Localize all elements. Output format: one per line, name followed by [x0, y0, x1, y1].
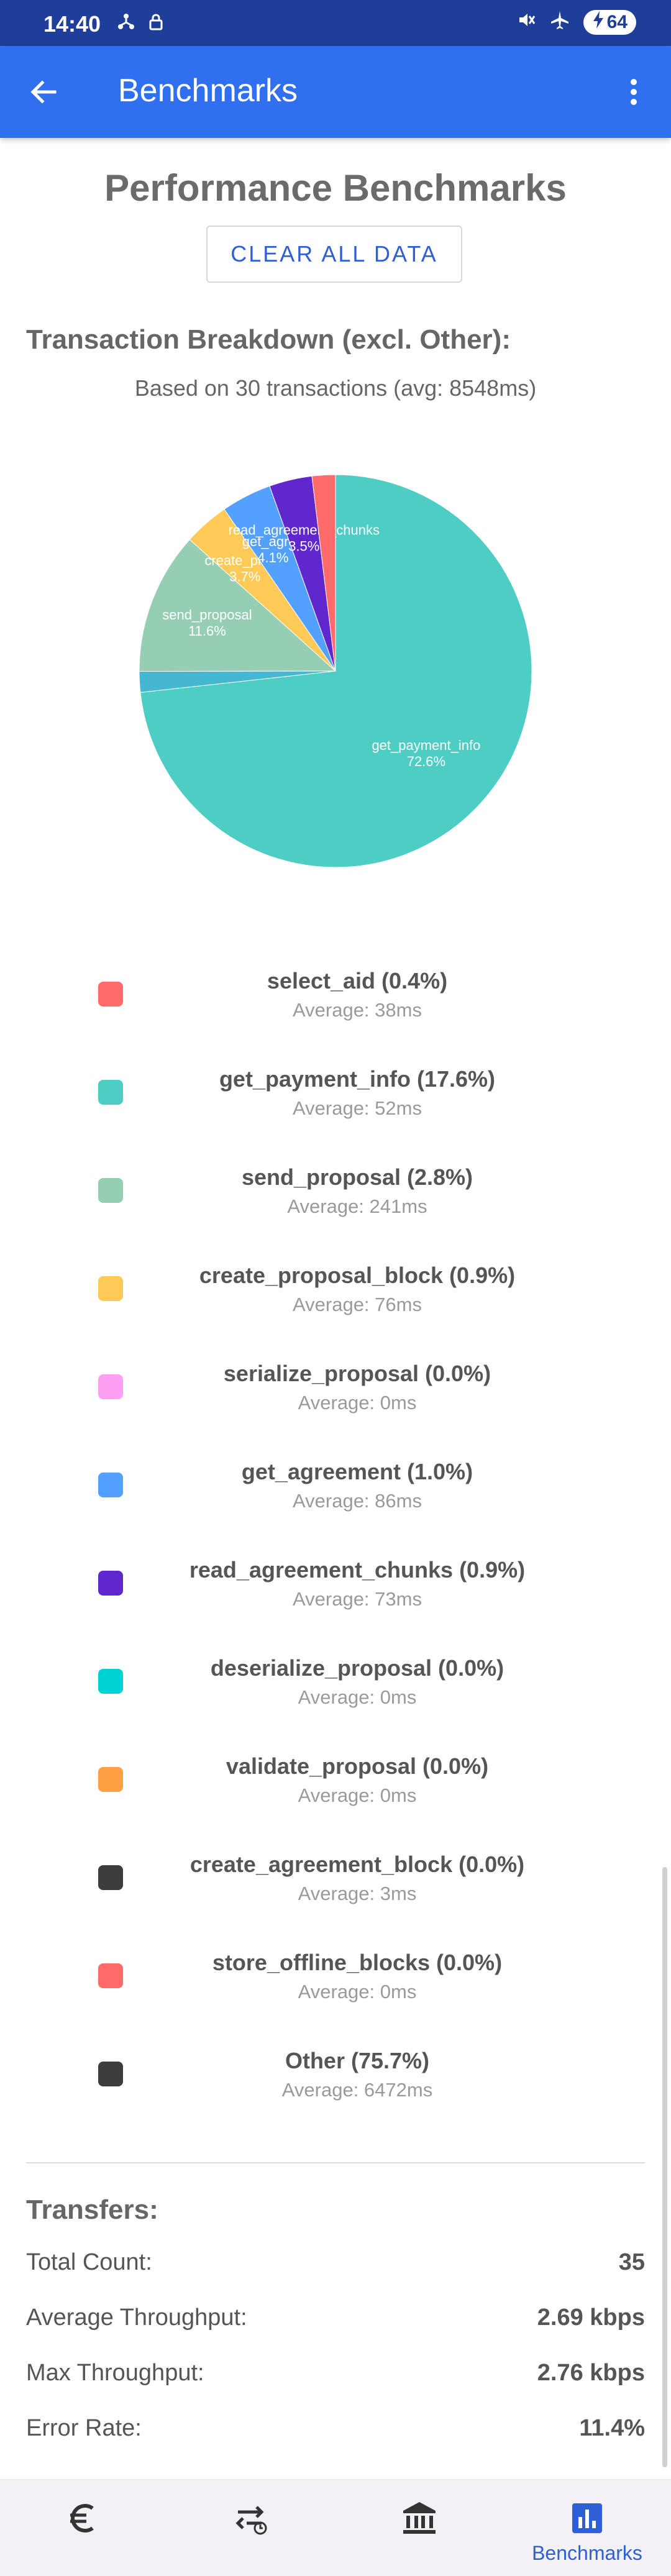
- bar-chart-icon: [572, 2503, 602, 2533]
- transfers-heading: Transfers:: [26, 2195, 158, 2225]
- pie-slice-value: 72.6%: [407, 754, 445, 769]
- stat-label: Average Throughput:: [26, 2304, 247, 2331]
- legend-item-name: deserialize_proposal (0.0%): [210, 1655, 504, 1681]
- legend-item-name: get_payment_info (17.6%): [219, 1066, 496, 1092]
- status-time: 14:40: [43, 11, 101, 37]
- bottom-navigation: Benchmarks: [0, 2479, 671, 2576]
- legend-item-average: Average: 52ms: [293, 1097, 422, 1119]
- legend-item-name: send_proposal (2.8%): [241, 1164, 473, 1190]
- stat-row: Max Throughput: 2.76 kbps: [26, 2360, 645, 2403]
- legend-item-name: serialize_proposal (0.0%): [223, 1361, 491, 1386]
- pie-chart: get_payment_info72.6%send_proposal11.6%c…: [139, 474, 532, 868]
- scrollbar[interactable]: [662, 1867, 667, 2467]
- pie-slice-label: read_agreement_chunks: [229, 523, 380, 538]
- stat-value: 2.76 kbps: [537, 2360, 645, 2386]
- stat-row: Total Count: 35: [26, 2249, 645, 2293]
- transfer-history-icon: [235, 2506, 267, 2535]
- nav-item-bank[interactable]: [336, 2480, 503, 2576]
- stat-value: 2.69 kbps: [537, 2304, 645, 2331]
- legend-item: deserialize_proposal (0.0%) Average: 0ms: [0, 1644, 671, 1742]
- legend-item: create_agreement_block (0.0%) Average: 3m…: [0, 1840, 671, 1939]
- more-options-button[interactable]: [615, 73, 652, 111]
- legend-item: select_aid (0.4%) Average: 38ms: [0, 957, 671, 1055]
- back-button[interactable]: [25, 73, 62, 111]
- legend-item-average: Average: 3ms: [298, 1883, 417, 1904]
- legend-item: get_agreement (1.0%) Average: 86ms: [0, 1448, 671, 1546]
- legend-item-name: select_aid (0.4%): [267, 968, 448, 993]
- nav-item-transfers[interactable]: [168, 2480, 336, 2576]
- legend-item-name: create_proposal_block (0.9%): [199, 1263, 516, 1288]
- pie-slice-label: get_payment_info: [372, 738, 480, 753]
- status-right-icons: 64: [516, 10, 636, 35]
- legend-item: serialize_proposal (0.0%) Average: 0ms: [0, 1350, 671, 1448]
- stat-label: Total Count:: [26, 2249, 152, 2275]
- legend-item-average: Average: 38ms: [293, 999, 422, 1021]
- euro-icon: [70, 2504, 94, 2533]
- legend-item-name: Other (75.7%): [285, 2048, 430, 2073]
- battery-indicator: 64: [583, 10, 636, 35]
- status-left-icons: [117, 12, 165, 36]
- pie-slice-label: send_proposal: [162, 607, 252, 623]
- legend-item: send_proposal (2.8%) Average: 241ms: [0, 1153, 671, 1251]
- legend-item-name: create_agreement_block (0.0%): [189, 1852, 525, 1877]
- stat-row: Error Rate: 11.4%: [26, 2415, 645, 2459]
- nav-label-benchmarks: Benchmarks: [532, 2542, 642, 2564]
- legend-item-name: store_offline_blocks (0.0%): [212, 1950, 503, 1975]
- stat-value: 11.4%: [579, 2415, 645, 2441]
- legend-item-average: Average: 0ms: [298, 1392, 417, 1414]
- pie-slice-value: 3.7%: [229, 569, 260, 585]
- legend-item: get_payment_info (17.6%) Average: 52ms: [0, 1055, 671, 1153]
- lock-icon: [147, 12, 165, 36]
- nav-item-euro[interactable]: [0, 2480, 168, 2576]
- pie-slice-value: 11.6%: [188, 623, 226, 639]
- battery-level: 64: [606, 12, 628, 32]
- page-title: Performance Benchmarks: [104, 167, 567, 209]
- legend-item-average: Average: 0ms: [298, 1981, 417, 2003]
- app-bar: Benchmarks: [0, 46, 671, 138]
- legend-item-average: Average: 241ms: [287, 1195, 427, 1217]
- legend-item-average: Average: 0ms: [298, 1784, 417, 1806]
- mute-icon: [516, 10, 536, 35]
- stat-row: Average Throughput: 2.69 kbps: [26, 2304, 645, 2348]
- legend-item-average: Average: 6472ms: [281, 2079, 433, 2101]
- status-bar: 14:40 64: [0, 0, 671, 46]
- arrow-back-icon: [30, 80, 57, 104]
- legend-item-average: Average: 73ms: [293, 1588, 422, 1610]
- stat-label: Max Throughput:: [26, 2360, 204, 2386]
- legend-item: read_agreement_chunks (0.9%) Average: 73m…: [0, 1546, 671, 1644]
- legend-item-average: Average: 76ms: [293, 1294, 422, 1315]
- nearby-share-icon: [117, 12, 135, 36]
- stat-value: 35: [618, 2249, 645, 2275]
- legend-item: store_offline_blocks (0.0%) Average: 0ms: [0, 1939, 671, 2037]
- legend-item: Other (75.7%) Average: 6472ms: [0, 2037, 671, 2135]
- clear-all-data-button[interactable]: CLEAR ALL DATA: [206, 226, 462, 283]
- legend-item-average: Average: 86ms: [293, 1490, 422, 1512]
- legend-item-name: read_agreement_chunks (0.9%): [189, 1557, 526, 1583]
- stat-label: Error Rate:: [26, 2415, 142, 2441]
- app-title: Benchmarks: [118, 73, 298, 109]
- transactions-summary: Based on 30 transactions (avg: 8548ms): [134, 375, 537, 401]
- pie-slice-value: 3.5%: [288, 539, 319, 554]
- legend-item: validate_proposal (0.0%) Average: 0ms: [0, 1742, 671, 1840]
- airplane-icon: [550, 10, 570, 35]
- more-vert-icon: [631, 79, 637, 105]
- pie-slice-value: 4.1%: [257, 550, 288, 565]
- legend-item-name: validate_proposal (0.0%): [226, 1753, 489, 1779]
- battery-charging-icon: [592, 11, 605, 34]
- legend-item: create_proposal_block (0.9%) Average: 76m…: [0, 1251, 671, 1350]
- legend-item-average: Average: 0ms: [298, 1686, 417, 1708]
- bank-icon: [403, 2502, 436, 2534]
- nav-item-benchmarks[interactable]: Benchmarks: [503, 2480, 671, 2576]
- legend-item-name: get_agreement (1.0%): [241, 1459, 473, 1484]
- section-divider: [26, 2162, 645, 2163]
- breakdown-heading: Transaction Breakdown (excl. Other):: [26, 324, 511, 355]
